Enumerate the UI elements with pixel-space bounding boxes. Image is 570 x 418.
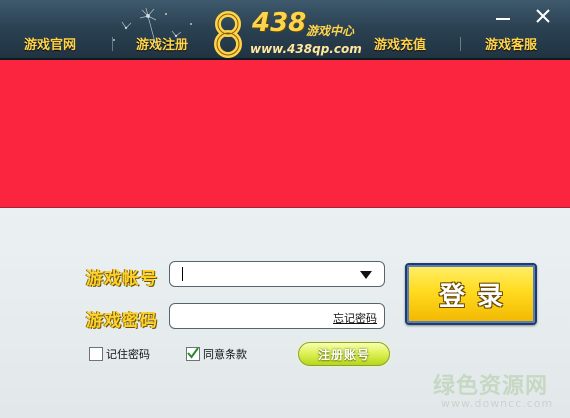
nav-official-site[interactable]: 游戏官网 — [24, 34, 76, 53]
banner-area — [0, 60, 570, 208]
minimize-button[interactable] — [492, 6, 514, 26]
logo-number: 438 — [252, 8, 307, 38]
agree-terms-checkbox[interactable] — [186, 347, 200, 361]
minimize-icon — [496, 18, 510, 20]
nav-divider — [460, 37, 461, 51]
remember-password-option[interactable]: 记住密码 — [89, 346, 150, 362]
watermark-name: 绿色资源网 — [433, 374, 549, 399]
remember-password-checkbox[interactable] — [89, 347, 103, 361]
header-bar[interactable]: 游戏官网 游戏注册 438 游戏中心 www.438qp.com 游戏充值 游戏… — [0, 0, 570, 60]
account-label: 游戏帐号 — [86, 269, 158, 289]
password-field[interactable]: 忘记密码 — [169, 303, 385, 329]
logo-mark-icon — [214, 11, 242, 58]
logo-subtitle: 游戏中心 — [306, 24, 355, 38]
register-account-label: 注册账号 — [317, 347, 370, 362]
account-combobox[interactable] — [169, 261, 385, 287]
agree-terms-option[interactable]: 同意条款 — [186, 346, 247, 362]
game-login-window: 游戏官网 游戏注册 438 游戏中心 www.438qp.com 游戏充值 游戏… — [0, 0, 570, 418]
watermark-url: www.downcc.com — [441, 397, 554, 410]
password-label: 游戏密码 — [86, 311, 158, 331]
close-icon — [536, 9, 550, 23]
remember-password-label: 记住密码 — [106, 348, 150, 361]
logo-url: www.438qp.com — [250, 42, 362, 56]
logo-438: 438 游戏中心 www.438qp.com — [206, 8, 366, 58]
dropdown-arrow-icon[interactable] — [360, 271, 372, 279]
close-button[interactable] — [532, 6, 554, 26]
nav-recharge[interactable]: 游戏充值 — [374, 34, 426, 53]
login-button-label: 登录 — [438, 281, 515, 312]
register-account-button[interactable]: 注册账号 — [298, 342, 390, 366]
dandelion-decoration — [113, 7, 192, 47]
checkmark-icon — [187, 347, 199, 359]
text-caret — [182, 267, 183, 281]
forgot-password-link[interactable]: 忘记密码 — [333, 310, 377, 326]
login-button[interactable]: 登录 — [405, 263, 537, 325]
agree-terms-label: 同意条款 — [203, 348, 247, 361]
nav-customer-service[interactable]: 游戏客服 — [485, 34, 537, 53]
